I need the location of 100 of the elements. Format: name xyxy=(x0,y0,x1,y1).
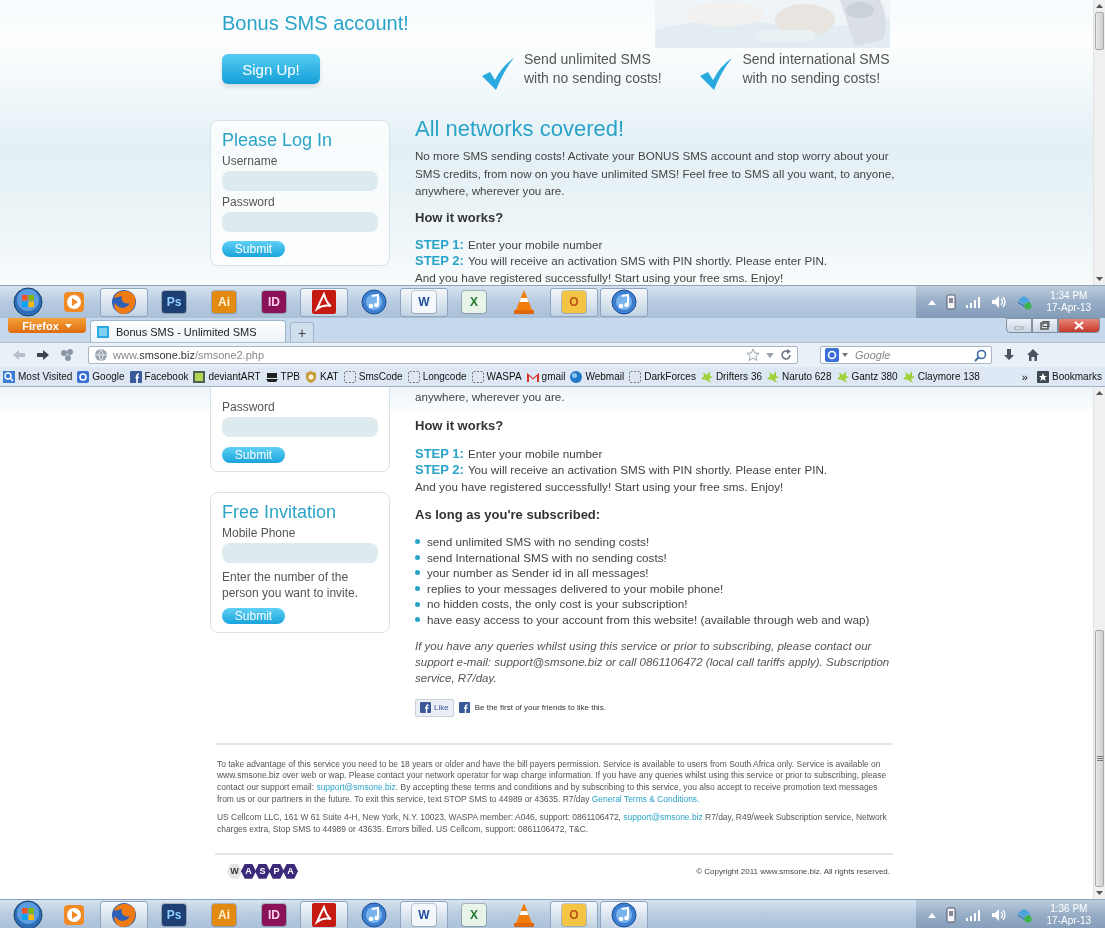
list-item-text: send International SMS with no sending costs! xyxy=(427,549,667,566)
network-icon[interactable] xyxy=(1015,907,1032,923)
field-label: Username xyxy=(222,154,279,168)
taskbar-button[interactable] xyxy=(300,900,348,928)
scroll-up-icon[interactable] xyxy=(1096,4,1103,8)
home-icon[interactable] xyxy=(1026,348,1040,362)
forward-icon[interactable] xyxy=(36,349,50,361)
globe-icon xyxy=(569,369,584,384)
taskbar-button[interactable] xyxy=(600,287,648,317)
input-field[interactable] xyxy=(222,543,378,563)
checkmark-icon xyxy=(480,58,514,90)
search-icon[interactable] xyxy=(974,348,987,362)
favicon-icon xyxy=(96,324,110,339)
taskbar-button[interactable]: W xyxy=(400,287,448,317)
bookmark-item[interactable]: deviantART xyxy=(192,369,261,384)
dropdown-icon[interactable] xyxy=(842,353,848,357)
browser-tab[interactable]: Bonus SMS - Unlimited SMS xyxy=(90,320,286,342)
caret-up-icon[interactable] xyxy=(927,912,936,918)
scroll-down-icon[interactable] xyxy=(1096,277,1103,281)
bookmark-item[interactable]: WASPA xyxy=(470,369,522,384)
download-icon[interactable] xyxy=(1002,348,1016,362)
list-item-text: no hidden costs, the only cost is your subscription! xyxy=(427,596,688,612)
step-label: STEP 2: xyxy=(415,462,464,477)
bookmark-item[interactable]: Most Visited xyxy=(2,369,73,384)
reload-icon[interactable] xyxy=(780,349,792,361)
bookmark-item[interactable]: Facebook xyxy=(128,369,189,384)
section-heading: How it works? xyxy=(415,418,505,433)
taskbar-button[interactable] xyxy=(100,287,148,317)
bookmark-item[interactable]: Claymore 138 xyxy=(901,369,980,384)
field-label: Password xyxy=(222,195,276,209)
bookmark-item[interactable]: Gantz 380 xyxy=(835,369,898,384)
overflow-chevron[interactable]: » xyxy=(1021,370,1028,383)
input-field[interactable] xyxy=(222,212,378,232)
step-label: STEP 1: xyxy=(415,236,464,252)
bookmark-item[interactable]: DarkForces xyxy=(628,369,696,384)
minimize-button[interactable] xyxy=(1006,318,1032,333)
bookmark-item[interactable]: Longcode xyxy=(406,369,467,384)
splat-icon xyxy=(835,369,850,384)
splat-icon xyxy=(766,369,780,384)
taskbar-button[interactable]: X xyxy=(450,287,498,317)
list-item-text: send unlimited SMS with no sending costs! xyxy=(427,534,650,550)
taskbar-button[interactable]: Ps xyxy=(150,287,198,317)
taskbar-button[interactable] xyxy=(600,900,648,928)
bookmark-item[interactable]: Naruto 628 xyxy=(766,369,832,384)
bookmark-item[interactable]: TPB xyxy=(264,369,300,384)
section-heading: How it works? xyxy=(415,210,505,225)
taskbar-button[interactable]: W xyxy=(400,900,448,928)
search-input[interactable]: Google xyxy=(851,349,971,361)
taskbar-button[interactable] xyxy=(100,900,148,928)
like-button[interactable]: Like xyxy=(415,698,454,717)
scroll-thumb[interactable] xyxy=(1095,12,1104,50)
bookmark-item[interactable]: KAT xyxy=(304,369,339,384)
taskbar-button[interactable]: ID xyxy=(250,900,298,928)
search-engine-icon[interactable] xyxy=(825,348,839,362)
fox-globe-icon xyxy=(110,288,138,316)
like-text: Be the first of your friends to like this. xyxy=(474,703,606,713)
bookmark-item[interactable]: Google xyxy=(76,369,125,384)
device-icon[interactable] xyxy=(944,907,957,923)
scrollbar[interactable] xyxy=(1093,387,1105,899)
input-field[interactable] xyxy=(222,417,378,437)
new-tab-button[interactable]: + xyxy=(290,322,314,342)
caret-up-icon[interactable] xyxy=(927,299,936,305)
list-item-text: replies to your messages delivered to your mobile phone! xyxy=(427,580,724,597)
speaker-icon[interactable] xyxy=(990,295,1007,309)
folder-icon xyxy=(342,369,357,384)
search-field[interactable]: Google xyxy=(820,346,992,364)
taskbar-button[interactable]: ID xyxy=(250,287,298,317)
address-field[interactable]: www.smsone.biz/smsone2.php xyxy=(88,346,798,364)
scroll-up-icon[interactable] xyxy=(1096,391,1103,395)
dropdown-icon[interactable] xyxy=(766,352,774,358)
scrollbar[interactable] xyxy=(1093,0,1105,285)
history-icon[interactable] xyxy=(60,348,74,362)
music-note-icon xyxy=(360,288,388,316)
input-field[interactable] xyxy=(222,171,378,191)
bookmark-item[interactable]: Webmail xyxy=(569,369,625,384)
signal-icon[interactable] xyxy=(965,909,982,921)
step-text: Enter your mobile number xyxy=(467,237,603,251)
restore-button[interactable] xyxy=(1032,318,1058,333)
f-logo-icon xyxy=(458,702,470,714)
restore-icon xyxy=(1040,321,1050,330)
network-icon[interactable] xyxy=(1015,294,1032,310)
taskbar-button[interactable] xyxy=(300,287,348,317)
taskbar-button[interactable]: X xyxy=(450,900,498,928)
bookmark-item[interactable]: gmail xyxy=(525,369,566,384)
signal-icon[interactable] xyxy=(965,296,982,308)
speaker-icon[interactable] xyxy=(990,908,1007,922)
taskbar-button[interactable]: Ps xyxy=(150,900,198,928)
feature-text: Send unlimited SMS with no sending costs! xyxy=(524,50,662,88)
scroll-thumb[interactable] xyxy=(1095,630,1104,887)
grip-icon xyxy=(1096,756,1103,761)
section-heading: As long as you're subscribed: xyxy=(415,507,602,522)
scroll-down-icon[interactable] xyxy=(1096,891,1103,895)
device-icon[interactable] xyxy=(944,294,957,310)
star-icon[interactable] xyxy=(746,348,760,362)
bookmark-item[interactable]: SmsCode xyxy=(342,369,403,384)
bookmarks-menu[interactable]: Bookmarks xyxy=(1036,369,1102,384)
bookmark-item[interactable]: Drifters 36 xyxy=(699,369,762,384)
waspa-logo: W A S P A xyxy=(227,863,297,879)
play-icon xyxy=(61,289,87,315)
close-button[interactable] xyxy=(1058,318,1100,333)
